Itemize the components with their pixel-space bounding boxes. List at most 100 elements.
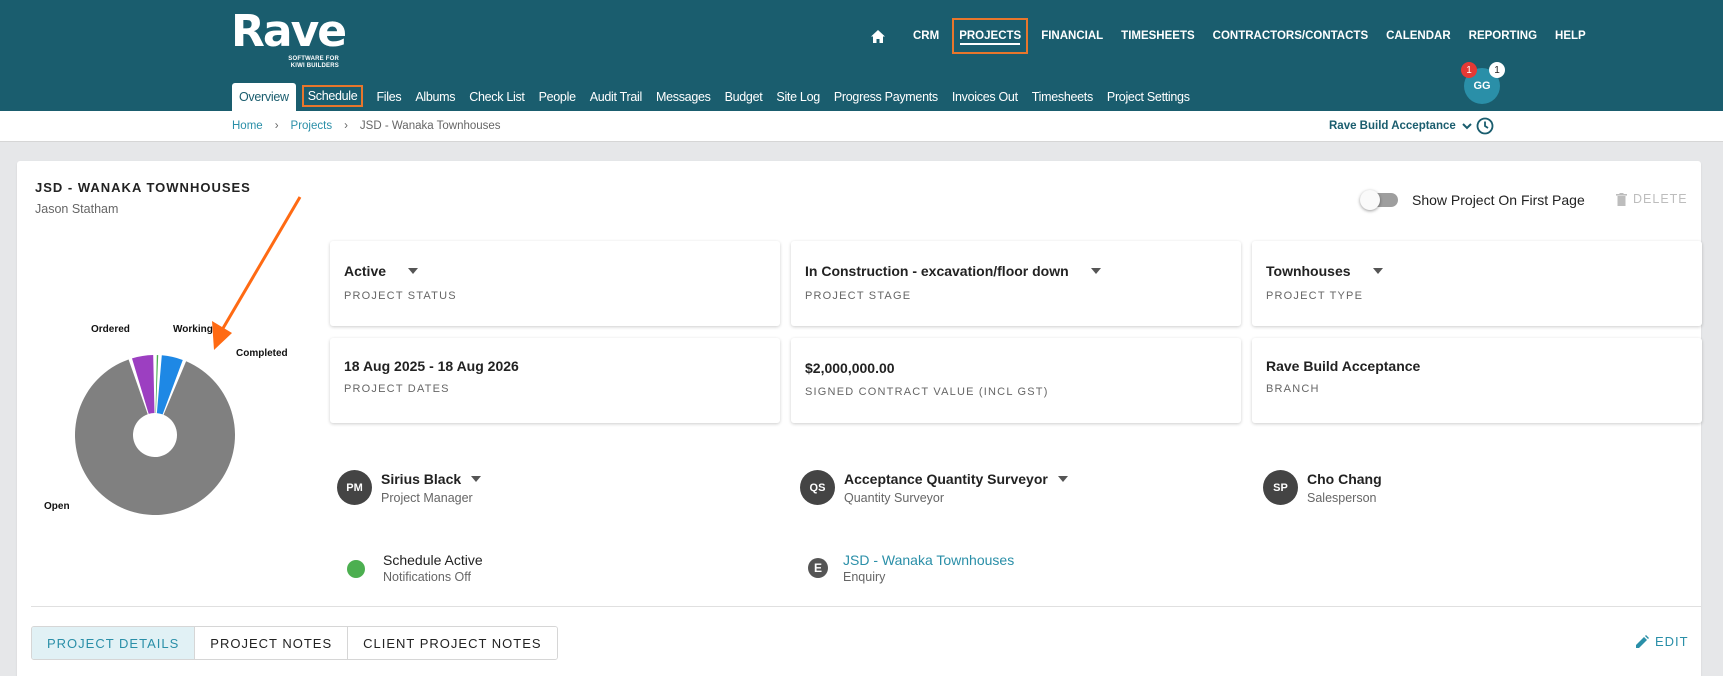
project-status-value: Active (344, 263, 387, 279)
tab-timesheets[interactable]: Timesheets (1025, 83, 1100, 111)
tab-audit-trail[interactable]: Audit Trail (583, 83, 649, 111)
nav-timesheets[interactable]: TIMESHEETS (1112, 18, 1203, 54)
pencil-icon (1636, 635, 1649, 648)
chevron-down-icon (1462, 122, 1472, 129)
nav-calendar[interactable]: CALENDAR (1377, 18, 1460, 54)
project-type-card[interactable]: Townhouses PROJECT TYPE (1252, 241, 1702, 326)
annotation-arrow (212, 196, 302, 350)
edit-label: EDIT (1655, 634, 1689, 649)
edit-button[interactable]: EDIT (1636, 634, 1689, 649)
project-dates-card[interactable]: 18 Aug 2025 - 18 Aug 2026 PROJECT DATES (330, 338, 780, 423)
quantity-surveyor-name: Acceptance Quantity Surveyor (844, 470, 1048, 487)
show-first-page-label: Show Project On First Page (1412, 192, 1585, 208)
project-owner: Jason Statham (35, 202, 119, 216)
nav-reporting[interactable]: REPORTING (1460, 18, 1546, 54)
notification-badge[interactable]: 1 (1461, 62, 1477, 78)
breadcrumb-projects[interactable]: Projects (291, 120, 333, 132)
logo-word: Rave (231, 6, 347, 57)
trash-icon (1616, 192, 1627, 206)
project-dates-value: 18 Aug 2025 - 18 Aug 2026 (344, 358, 519, 374)
enquiry-icon: E (808, 558, 828, 578)
caret-down-icon[interactable] (471, 475, 482, 482)
breadcrumb-separator: › (344, 120, 348, 132)
project-detail-tabs: PROJECT DETAILS PROJECT NOTES CLIENT PRO… (31, 626, 558, 660)
project-stage-card[interactable]: In Construction - excavation/floor down … (791, 241, 1241, 326)
tab-progress-payments[interactable]: Progress Payments (827, 83, 945, 111)
schedule-status: Schedule Active (383, 552, 483, 568)
contract-value-card: $2,000,000.00 SIGNED CONTRACT VALUE (INC… (791, 338, 1241, 423)
pie-slice-open[interactable] (75, 359, 235, 515)
tab-site-log[interactable]: Site Log (769, 83, 826, 111)
rave-logo[interactable]: Rave SOFTWARE FOR KIWI BUILDERS (231, 6, 347, 70)
branch-card: Rave Build Acceptance BRANCH (1252, 338, 1702, 423)
avatar: SP (1263, 470, 1298, 505)
contract-value: $2,000,000.00 (805, 360, 895, 376)
quantity-surveyor[interactable]: QS Acceptance Quantity Surveyor Quantity… (800, 470, 1068, 505)
tab-project-details[interactable]: PROJECT DETAILS (32, 627, 196, 659)
home-icon[interactable] (866, 24, 890, 48)
tab-albums[interactable]: Albums (408, 83, 462, 111)
pie-slices (75, 355, 235, 515)
project-status-label: PROJECT STATUS (344, 290, 457, 302)
project-status-card[interactable]: Active PROJECT STATUS (330, 241, 780, 326)
tab-schedule[interactable]: Schedule (301, 85, 364, 107)
contract-value-label: SIGNED CONTRACT VALUE (INCL GST) (805, 386, 1049, 398)
nav-projects[interactable]: PROJECTS (952, 18, 1029, 54)
branch-label: BRANCH (1266, 383, 1320, 395)
tab-files[interactable]: Files (369, 83, 408, 111)
avatar: QS (800, 470, 835, 505)
project-stage-label: PROJECT STAGE (805, 290, 912, 302)
salesperson-name: Cho Chang (1307, 470, 1382, 487)
breadcrumb: Home › Projects › JSD - Wanaka Townhouse… (232, 120, 501, 132)
breadcrumb-separator: › (274, 120, 279, 132)
caret-down-icon[interactable] (1057, 475, 1068, 482)
enquiry-label: Enquiry (843, 570, 886, 584)
message-badge[interactable]: 1 (1489, 62, 1505, 78)
project-subnav: Overview Schedule Files Albums Check Lis… (232, 83, 1197, 111)
history-clock-icon[interactable] (1476, 117, 1494, 135)
breadcrumb-home[interactable]: Home (232, 120, 263, 132)
logo-tagline: SOFTWARE FOR KIWI BUILDERS (288, 56, 339, 69)
tab-budget[interactable]: Budget (718, 83, 770, 111)
tab-overview[interactable]: Overview (232, 83, 296, 111)
show-first-page-toggle[interactable] (1360, 190, 1398, 210)
nav-contractors-contacts[interactable]: CONTRACTORS/CONTACTS (1204, 18, 1377, 54)
branch-selector[interactable]: Rave Build Acceptance (1329, 120, 1472, 132)
schedule-status-icon (347, 560, 365, 578)
salesperson-role: Salesperson (1307, 490, 1377, 505)
pie-label-ordered: Ordered (91, 324, 130, 335)
project-manager[interactable]: PM Sirius Black Project Manager (337, 470, 482, 505)
project-title: JSD - WANAKA TOWNHOUSES (35, 180, 251, 195)
enquiry-link[interactable]: JSD - Wanaka Townhouses (843, 552, 1014, 568)
tab-project-notes[interactable]: PROJECT NOTES (195, 627, 349, 659)
tab-people[interactable]: People (532, 83, 583, 111)
tab-messages[interactable]: Messages (649, 83, 718, 111)
avatar: PM (337, 470, 372, 505)
tab-project-settings[interactable]: Project Settings (1100, 83, 1197, 111)
salesperson: SP Cho Chang Salesperson (1263, 470, 1382, 505)
notification-status: Notifications Off (383, 570, 472, 584)
branch-value: Rave Build Acceptance (1266, 358, 1421, 374)
caret-down-icon[interactable] (1090, 268, 1101, 274)
project-manager-name: Sirius Black (381, 470, 462, 487)
breadcrumb-current: JSD - Wanaka Townhouses (359, 120, 501, 132)
project-dates-label: PROJECT DATES (344, 383, 450, 395)
project-manager-role: Project Manager (381, 490, 473, 505)
delete-button[interactable]: DELETE (1616, 192, 1688, 206)
nav-help[interactable]: HELP (1546, 18, 1595, 54)
breadcrumb-bar: Home › Projects › JSD - Wanaka Townhouse… (0, 111, 1723, 142)
nav-financial[interactable]: FINANCIAL (1032, 18, 1112, 54)
tab-invoices-out[interactable]: Invoices Out (945, 83, 1025, 111)
branch-selector-label: Rave Build Acceptance (1329, 120, 1456, 132)
nav-crm[interactable]: CRM (904, 18, 948, 54)
project-type-label: PROJECT TYPE (1266, 290, 1364, 302)
divider (31, 606, 1701, 607)
pie-label-open: Open (44, 501, 70, 512)
tab-client-project-notes[interactable]: CLIENT PROJECT NOTES (348, 627, 557, 659)
tab-check-list[interactable]: Check List (462, 83, 531, 111)
caret-down-icon[interactable] (1372, 268, 1383, 274)
project-stage-value: In Construction - excavation/floor down (805, 263, 1069, 279)
main-nav: CRM PROJECTS FINANCIAL TIMESHEETS CONTRA… (866, 18, 1595, 54)
top-bar: Rave SOFTWARE FOR KIWI BUILDERS CRM PROJ… (0, 0, 1723, 111)
caret-down-icon[interactable] (408, 268, 419, 274)
